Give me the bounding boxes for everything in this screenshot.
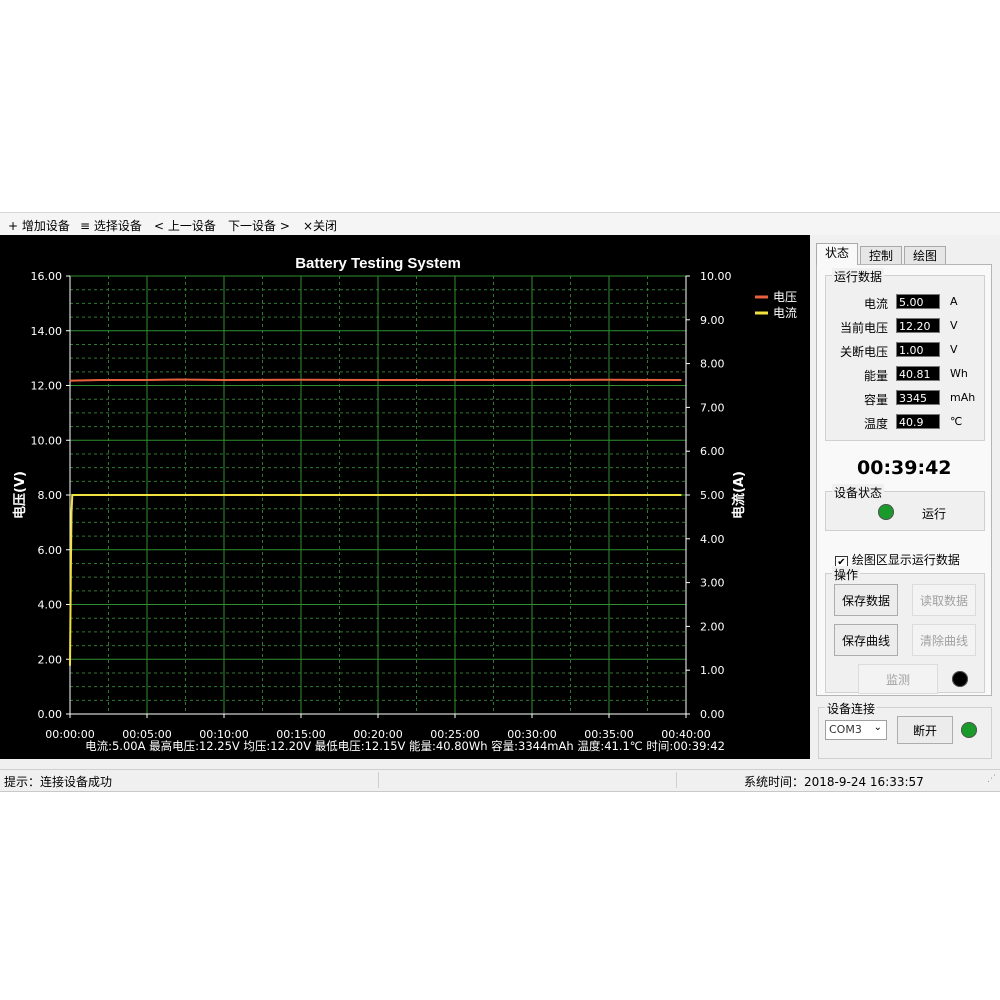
port-select-value: COM3 [829, 723, 862, 736]
y-tick-label-right: 9.00 [700, 314, 725, 327]
run-data-value: 12.20 [896, 318, 940, 333]
chart: Battery Testing System 16.00 14.00 12.00 10.… [12, 255, 797, 753]
menu-select-device[interactable]: ≡ 选择设备 [80, 217, 142, 234]
resize-grip-icon[interactable]: ⋰ [987, 774, 996, 784]
run-data-unit: A [950, 295, 958, 308]
menu-close[interactable]: ×关闭 [303, 217, 337, 234]
run-data-value: 3345 [896, 390, 940, 405]
y-tick-label-right: 2.00 [700, 620, 725, 633]
connection-group: 设备连接 COM3 ⌄ 断开 [818, 700, 992, 759]
chart-panel: Battery Testing System 16.00 14.00 12.00 10.… [0, 235, 810, 759]
save-curve-button[interactable]: 保存曲线 [834, 624, 898, 656]
clear-curve-button[interactable]: 清除曲线 [912, 624, 976, 656]
y-tick-label-right: 5.00 [700, 489, 725, 502]
menu-bar: + 增加设备 ≡ 选择设备 < 上一设备 下一设备 > ×关闭 [0, 213, 1000, 235]
chevron-down-icon: ⌄ [873, 722, 882, 733]
device-status-text: 运行 [922, 507, 947, 521]
y-tick-label-right: 6.00 [700, 445, 725, 458]
run-data-title: 运行数据 [832, 268, 885, 285]
series-line-1 [69, 378, 682, 383]
side-panel: 状态 控制 绘图 运行数据 电流 5.00 A 当前电压 12.20 V 关断电压 1.00 V… [816, 243, 992, 696]
y-tick-label-left: 10.00 [31, 434, 63, 447]
operations-title: 操作 [832, 566, 861, 583]
legend-label: 电流 [773, 306, 797, 320]
disconnect-button[interactable]: 断开 [897, 716, 953, 744]
status-hint: 提示：连接设备成功 [4, 775, 113, 789]
run-data-unit: Wh [950, 367, 968, 380]
run-data-label: 能量 [863, 369, 888, 383]
operations-group: 操作 保存数据 读取数据 保存曲线 清除曲线 监测 [825, 566, 985, 694]
run-data-unit: V [950, 319, 958, 332]
run-data-unit: ℃ [950, 415, 963, 428]
run-data-group: 运行数据 电流 5.00 A 当前电压 12.20 V 关断电压 1.00 V 能量 40.81 Wh… [825, 268, 985, 441]
read-data-button[interactable]: 读取数据 [912, 584, 976, 616]
status-divider [676, 772, 677, 788]
y-tick-label-right: 0.00 [700, 708, 725, 721]
port-select[interactable]: COM3 ⌄ [825, 720, 887, 740]
y-tick-label-left: 16.00 [31, 270, 63, 283]
run-data-value: 5.00 [896, 294, 940, 309]
chart-title: Battery Testing System [295, 255, 461, 272]
device-status-group: 设备状态 运行 [825, 484, 985, 531]
y-tick-label-left: 12.00 [31, 380, 63, 393]
menu-add-device[interactable]: + 增加设备 [8, 217, 70, 234]
tab-control[interactable]: 控制 [860, 246, 902, 265]
y-tick-label-right: 8.00 [700, 358, 725, 371]
status-tab-body: 运行数据 电流 5.00 A 当前电压 12.20 V 关断电压 1.00 V 能量 40.81 Wh… [816, 264, 992, 696]
monitor-button[interactable]: 监测 [858, 664, 938, 694]
status-bar: 提示：连接设备成功 系统时间：2018-9-24 16:33:57 ⋰ [0, 769, 1000, 790]
series-line-2 [69, 494, 682, 666]
menu-prev-device[interactable]: < 上一设备 [154, 217, 216, 234]
tab-plot[interactable]: 绘图 [904, 246, 946, 265]
y-tick-label-right: 7.00 [700, 401, 725, 414]
monitor-led [952, 671, 968, 687]
run-data-value: 40.9 [896, 414, 940, 429]
y-tick-label-right: 3.00 [700, 577, 725, 590]
system-time: 系统时间：2018-9-24 16:33:57 [744, 775, 924, 789]
y-tick-label-right: 10.00 [700, 270, 732, 283]
y-tick-label-left: 0.00 [38, 708, 63, 721]
y-tick-label-left: 2.00 [38, 653, 63, 666]
run-data-label: 关断电压 [839, 345, 888, 359]
status-divider [378, 772, 379, 788]
elapsed-time: 00:39:42 [857, 457, 952, 479]
y-tick-label-left: 14.00 [31, 325, 63, 338]
run-data-label: 当前电压 [839, 321, 888, 335]
run-data-label: 电流 [863, 297, 888, 311]
run-data-unit: mAh [950, 391, 976, 404]
app-window: + 增加设备 ≡ 选择设备 < 上一设备 下一设备 > ×关闭 Battery … [0, 212, 1000, 792]
run-data-value: 1.00 [896, 342, 940, 357]
y-tick-label-left: 6.00 [38, 544, 63, 557]
tab-status[interactable]: 状态 [816, 243, 858, 265]
device-status-led [878, 504, 894, 520]
connection-title: 设备连接 [825, 700, 878, 717]
legend-label: 电压 [773, 290, 797, 304]
y-tick-label-left: 4.00 [38, 599, 63, 612]
menu-next-device[interactable]: 下一设备 > [228, 217, 290, 234]
y-tick-label-right: 4.00 [700, 533, 725, 546]
run-data-unit: V [950, 343, 958, 356]
y-tick-label-left: 8.00 [38, 489, 63, 502]
y-axis-label-left: 电压(V) [12, 471, 28, 519]
chart-summary: 电流:5.00A 最高电压:12.25V 均压:12.20V 最低电压:12.1… [85, 739, 725, 753]
run-data-label: 温度 [863, 417, 888, 431]
run-data-label: 容量 [863, 393, 888, 407]
run-data-value: 40.81 [896, 366, 940, 381]
connection-led [961, 722, 977, 738]
save-data-button[interactable]: 保存数据 [834, 584, 898, 616]
y-tick-label-right: 1.00 [700, 664, 725, 677]
y-axis-label-right: 电流(A) [731, 471, 747, 519]
show-run-data-label: 绘图区显示运行数据 [851, 553, 960, 567]
device-status-title: 设备状态 [832, 484, 885, 501]
